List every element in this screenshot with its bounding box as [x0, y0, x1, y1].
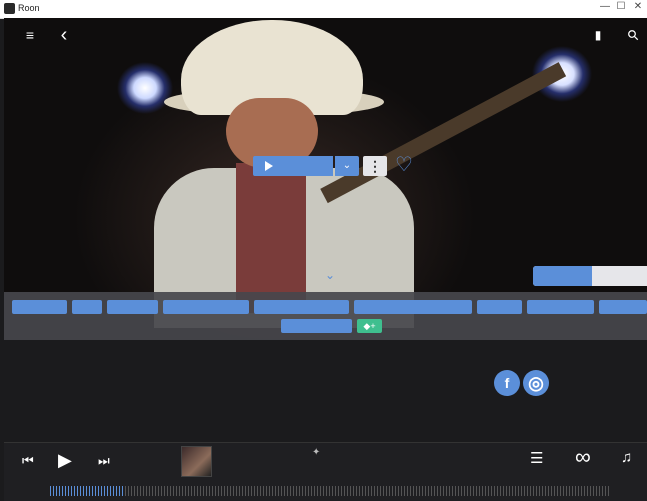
genre-tag[interactable] [477, 300, 522, 314]
search-icon[interactable]: ⚲ [622, 24, 645, 47]
menu-icon[interactable]: ≡ [22, 27, 38, 43]
genre-tag[interactable] [12, 300, 67, 314]
bookmark-icon[interactable]: ▮ [590, 27, 606, 43]
genre-tag[interactable] [254, 300, 349, 314]
queue-icon[interactable]: ☰ [530, 449, 543, 467]
website-button[interactable]: ◎ [523, 370, 549, 396]
favorite-button[interactable]: ♡ [393, 154, 415, 176]
genre-tag[interactable] [72, 300, 102, 314]
now-playing-thumbnail[interactable] [181, 446, 212, 477]
expand-chevron-icon[interactable]: ⌄ [325, 268, 335, 282]
waveform-seekbar[interactable] [50, 486, 610, 496]
chevron-down-icon: ⌄ [342, 160, 352, 171]
heart-icon: ♡ [395, 154, 413, 176]
window-titlebar: Roon — ☐ ✕ [0, 0, 647, 19]
facebook-icon: f [504, 375, 510, 391]
app-icon [4, 3, 15, 14]
shuffle-icon[interactable]: ✦ [312, 447, 320, 458]
facebook-button[interactable]: f [494, 370, 520, 396]
play-icon [265, 161, 273, 171]
genre-tag[interactable] [354, 300, 472, 314]
back-icon[interactable]: ‹ [56, 25, 72, 45]
play-button[interactable] [253, 156, 333, 176]
volume-icon[interactable]: ♫ [621, 449, 632, 466]
tag-add-icon: ◆+ [363, 321, 376, 331]
play-pause-button[interactable]: ▶ [58, 450, 72, 471]
waveform-played [50, 486, 123, 496]
progress-fill [533, 266, 593, 286]
prev-icon[interactable]: ⏮ [22, 453, 34, 469]
more-button[interactable]: ⋮ [363, 156, 387, 176]
link-icon[interactable]: ∞ [575, 444, 591, 470]
more-icon: ⋮ [368, 158, 382, 174]
genre-tag[interactable] [281, 319, 352, 333]
add-tag-button[interactable]: ◆+ [357, 319, 382, 333]
play-options-button[interactable]: ⌄ [335, 156, 359, 176]
genre-tag-strip: ◆+ [4, 292, 647, 340]
minimize-icon[interactable]: — [598, 0, 612, 14]
maximize-icon[interactable]: ☐ [614, 0, 628, 14]
photo-scarf [236, 163, 306, 313]
globe-icon: ◎ [528, 373, 544, 393]
next-icon[interactable]: ⏭ [98, 453, 110, 469]
genre-tag[interactable] [163, 300, 249, 314]
genre-tag[interactable] [107, 300, 158, 314]
progress-indicator [533, 266, 647, 286]
close-icon[interactable]: ✕ [631, 0, 645, 14]
genre-tag[interactable] [599, 300, 647, 314]
window-title: Roon [18, 3, 40, 13]
genre-tag[interactable] [527, 300, 594, 314]
